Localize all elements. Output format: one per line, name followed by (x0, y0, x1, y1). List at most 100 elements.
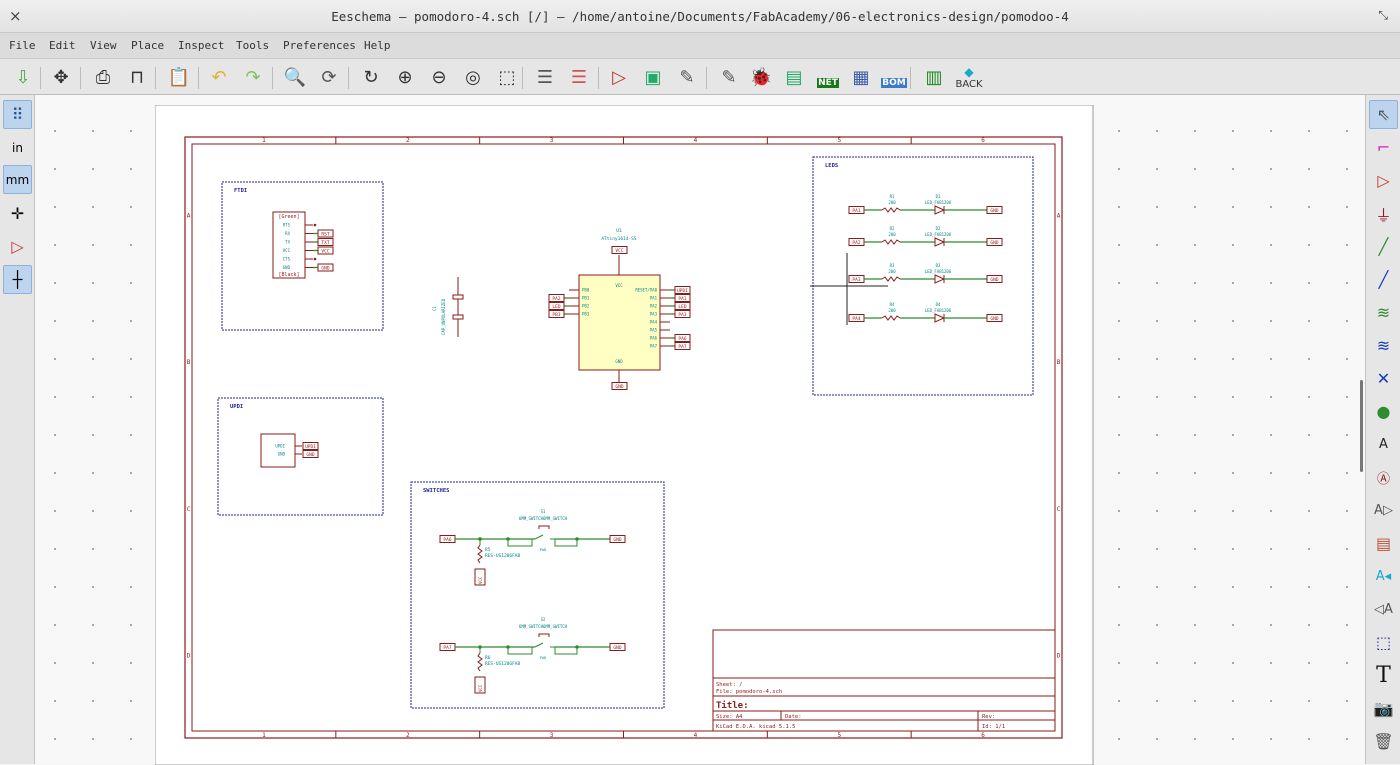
add-sheet-pin-icon[interactable]: ◁A (1369, 595, 1398, 624)
menu-edit[interactable]: Edit (49, 39, 76, 52)
find-icon[interactable]: 🔍 (282, 64, 308, 90)
add-image-icon[interactable]: 📷 (1369, 694, 1398, 723)
hierarchy-navigator-icon[interactable]: ☰ (532, 64, 558, 90)
menu-help[interactable]: Help (364, 39, 391, 52)
pcbnew-icon[interactable]: ▥ (921, 64, 947, 90)
save-icon[interactable]: ⇩ (10, 64, 36, 90)
global-label-text: PA4 (852, 316, 860, 322)
erc-icon[interactable]: 🐞 (748, 64, 774, 90)
redo-icon[interactable]: ↷ (240, 64, 266, 90)
grid-icon[interactable]: ⠿ (3, 100, 32, 129)
leave-sheet-icon[interactable]: ☰ (566, 64, 592, 90)
menu-view[interactable]: View (90, 39, 117, 52)
annotate-icon[interactable]: ✎ (674, 64, 700, 90)
menu-tools[interactable]: Tools (236, 39, 269, 52)
vertical-scrollbar[interactable] (1360, 380, 1363, 472)
library-editor-icon[interactable]: ▷ (606, 64, 632, 90)
millimeters-icon[interactable]: mm (3, 165, 32, 194)
wire-to-bus-entry-icon[interactable]: ≋ (1369, 298, 1398, 327)
schematic-sheet: 1 1 2 2 3 3 4 4 5 5 6 6 A A B B C C D D Sheet: /File: pomodo… (155, 105, 1094, 765)
global-label-text: GND (990, 316, 998, 322)
assign-footprints-icon[interactable]: ▤ (781, 64, 807, 90)
add-sheet-icon[interactable]: ▤ (1369, 529, 1398, 558)
border-row-label: C (187, 506, 191, 513)
toolbar-separator (910, 67, 911, 89)
title-block-rev: Rev: (982, 714, 995, 720)
menu-place[interactable]: Place (131, 39, 164, 52)
add-symbol-icon[interactable]: ▷ (1369, 166, 1398, 195)
border-col-label: 2 (406, 732, 410, 739)
led-resistor-ref: R1 (890, 194, 895, 199)
junction (575, 537, 579, 541)
add-text-icon[interactable]: T (1369, 661, 1398, 690)
back-annotate-icon[interactable]: ◆ BACK (955, 64, 982, 90)
add-global-label-icon[interactable]: Ⓐ (1369, 463, 1398, 492)
mcu-pin-name: PA5 (650, 328, 658, 333)
netlist-icon[interactable]: NET (815, 64, 841, 90)
ftdi-block-title: FTDI (234, 188, 247, 194)
toolbar-separator (598, 67, 599, 89)
wire-angle-icon[interactable]: ┼ (3, 265, 32, 294)
add-hier-label-icon[interactable]: A▷ (1369, 496, 1398, 525)
add-wire-icon[interactable]: ╱ (1369, 232, 1398, 261)
mcu-pin-name: PA7 (650, 344, 658, 349)
menu-file[interactable]: File (9, 39, 36, 52)
restore-button[interactable]: ⤡ (1378, 8, 1388, 23)
import-sheet-pin-icon[interactable]: A◂ (1369, 562, 1398, 591)
mcu-pin-name: PA6 (650, 336, 658, 341)
zoom-out-icon[interactable]: ⊖ (426, 64, 452, 90)
edit-fields-icon[interactable]: ✎ (716, 64, 742, 90)
zoom-selection-icon[interactable]: ⬚ (494, 64, 520, 90)
led-value: LED_FAB1206 (925, 200, 952, 205)
toolbar-separator (155, 67, 156, 89)
border-row-label: C (1057, 506, 1061, 513)
led-ref: D3 (936, 263, 941, 268)
zoom-in-icon[interactable]: ⊕ (392, 64, 418, 90)
global-label-text: GND (613, 537, 621, 543)
mcu-pin-name: PB3 (582, 312, 590, 317)
title-block-size: Size: A4 (716, 714, 743, 720)
undo-icon[interactable]: ↶ (206, 64, 232, 90)
cursor-crosshair-icon[interactable]: ✛ (3, 199, 32, 228)
print-icon[interactable]: ⎙ (90, 64, 116, 90)
ftdi-top-label: [Green] (278, 214, 299, 220)
redraw-icon[interactable]: ↻ (358, 64, 384, 90)
bus-to-bus-entry-icon[interactable]: ≋ (1369, 331, 1398, 360)
add-graphic-lines-icon[interactable]: ⬚ (1369, 628, 1398, 657)
global-label-text: PA6 (443, 537, 451, 543)
bom-grid-icon[interactable]: ▦ (848, 64, 874, 90)
add-junction-icon[interactable]: ● (1369, 397, 1398, 426)
inches-icon[interactable]: in (3, 133, 32, 162)
no-connect-icon[interactable]: ✕ (1369, 364, 1398, 393)
mcu-pin-name: PA3 (650, 312, 658, 317)
border-col-label: 1 (262, 137, 266, 144)
global-label-text: GND (306, 452, 314, 458)
led-ref: D1 (936, 194, 941, 199)
global-label-text: TXT (321, 240, 329, 246)
select-icon[interactable]: ⇖ (1369, 100, 1398, 129)
zoom-fit-icon[interactable]: ◎ (460, 64, 486, 90)
menu-preferences[interactable]: Preferences (283, 39, 356, 52)
global-label-text: VCC (321, 249, 329, 255)
hidden-pins-icon[interactable]: ▷ (3, 232, 32, 261)
plot-icon[interactable]: ⊓ (124, 64, 150, 90)
highlight-net-icon[interactable]: ⌐ (1369, 133, 1398, 162)
mcu-pin-name: PA2 (650, 304, 658, 309)
add-bus-icon[interactable]: ╱ (1369, 265, 1398, 294)
toolbar-separator (348, 67, 349, 89)
paste-icon[interactable]: 📋 (166, 64, 192, 90)
ftdi-pin-name: RTS (283, 223, 291, 228)
net-label: NET (817, 78, 839, 88)
menu-inspect[interactable]: Inspect (178, 39, 224, 52)
toolbar-separator (706, 67, 707, 89)
bom-icon[interactable]: BOM (881, 64, 907, 90)
page-settings-icon[interactable]: ✥ (48, 64, 74, 90)
library-browser-icon[interactable]: ▣ (640, 64, 666, 90)
find-replace-icon[interactable]: ⟳ (316, 64, 342, 90)
add-net-label-icon[interactable]: A (1369, 430, 1398, 459)
border-row-label: D (1057, 653, 1061, 660)
delete-icon[interactable]: 🗑 (1369, 727, 1398, 756)
add-power-icon[interactable]: ⏚ (1369, 199, 1398, 228)
ftdi-pin-name: GND (283, 265, 291, 270)
global-label-text: PA3 (678, 312, 686, 318)
